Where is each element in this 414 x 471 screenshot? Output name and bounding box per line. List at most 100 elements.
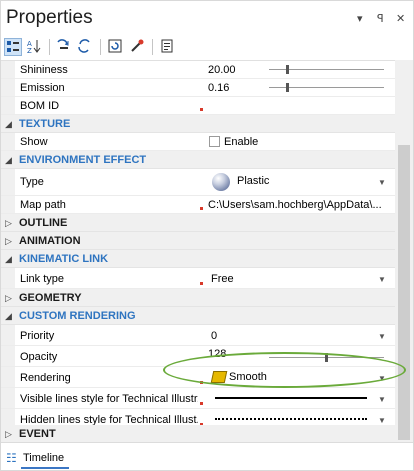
expand-triangle-icon[interactable]: ▷ bbox=[5, 218, 12, 229]
svg-text:Z: Z bbox=[27, 47, 32, 54]
material-sphere-icon bbox=[212, 173, 230, 191]
property-name: Map path bbox=[20, 199, 66, 211]
row-gutter bbox=[1, 196, 15, 213]
property-value[interactable]: 0.16 bbox=[208, 82, 388, 94]
collapse-icon[interactable] bbox=[76, 38, 94, 56]
category-label: OUTLINE bbox=[19, 217, 68, 229]
dropdown-icon[interactable]: ▾ bbox=[357, 12, 363, 25]
collapse-triangle-icon[interactable]: ◢ bbox=[5, 311, 12, 322]
property-name: Type bbox=[20, 176, 44, 188]
row-emission[interactable]: Emission 0.16 bbox=[1, 79, 395, 97]
alphabetical-icon[interactable]: AZ bbox=[26, 38, 44, 56]
toolbar: AZ bbox=[1, 35, 413, 60]
row-gutter bbox=[1, 388, 15, 408]
expand-triangle-icon[interactable]: ▷ bbox=[5, 293, 12, 304]
collapse-triangle-icon[interactable]: ◢ bbox=[5, 119, 12, 130]
row-gutter bbox=[1, 97, 15, 114]
pin-icon[interactable]: ꟼ bbox=[377, 12, 384, 25]
slider-thumb[interactable] bbox=[286, 65, 289, 74]
row-gutter bbox=[1, 61, 15, 78]
modified-marker bbox=[200, 108, 203, 111]
dropdown-arrow-icon[interactable]: ▼ bbox=[378, 332, 386, 341]
category-label: CUSTOM RENDERING bbox=[19, 310, 136, 322]
checkbox-label: Enable bbox=[224, 136, 259, 148]
pick-icon[interactable] bbox=[129, 38, 147, 56]
toolbar-separator bbox=[100, 39, 101, 55]
property-name: Visible lines style for Technical Illust… bbox=[20, 393, 198, 405]
category-kinematic-link[interactable]: ◢ KINEMATIC LINK bbox=[1, 250, 395, 268]
modified-marker bbox=[200, 402, 203, 405]
row-priority[interactable]: Priority 0 ▼ bbox=[1, 325, 395, 346]
toolbar-separator bbox=[152, 39, 153, 55]
category-texture[interactable]: ◢ TEXTURE bbox=[1, 115, 395, 133]
property-value[interactable]: C:\Users\sam.hochberg\AppData\... bbox=[208, 199, 388, 211]
category-outline[interactable]: ▷ OUTLINE bbox=[1, 214, 395, 232]
category-event[interactable]: ▷ EVENT bbox=[1, 425, 395, 442]
close-icon[interactable]: ✕ bbox=[396, 12, 405, 25]
category-label: TEXTURE bbox=[19, 118, 71, 130]
active-tab-indicator bbox=[21, 467, 69, 469]
title-bar: Properties ▾ ꟼ ✕ bbox=[1, 1, 413, 35]
row-bom-id[interactable]: BOM ID bbox=[1, 97, 395, 115]
property-value[interactable]: 20.00 bbox=[208, 64, 388, 76]
dropdown-arrow-icon[interactable]: ▼ bbox=[378, 275, 386, 284]
row-gutter bbox=[1, 346, 15, 366]
property-name: Link type bbox=[20, 273, 65, 285]
category-label: KINEMATIC LINK bbox=[19, 253, 109, 265]
vertical-scrollbar[interactable] bbox=[395, 60, 413, 442]
property-name: Shininess bbox=[20, 64, 68, 76]
row-gutter bbox=[1, 325, 15, 345]
properties-panel: Properties ▾ ꟼ ✕ AZ Shininess 20.00 Emis… bbox=[0, 0, 414, 471]
row-show[interactable]: Show Enable bbox=[1, 133, 395, 151]
category-label: ENVIRONMENT EFFECT bbox=[19, 154, 147, 166]
timeline-icon: ☷ bbox=[6, 451, 17, 465]
property-value[interactable]: Plastic bbox=[237, 175, 395, 187]
timeline-tab[interactable]: Timeline bbox=[23, 452, 64, 464]
modified-marker bbox=[200, 207, 203, 210]
dropdown-arrow-icon[interactable]: ▼ bbox=[378, 178, 386, 187]
property-name: Priority bbox=[20, 330, 55, 342]
expand-triangle-icon[interactable]: ▷ bbox=[5, 429, 12, 440]
enable-checkbox[interactable] bbox=[209, 136, 220, 147]
expand-triangle-icon[interactable]: ▷ bbox=[5, 236, 12, 247]
row-shininess[interactable]: Shininess 20.00 bbox=[1, 61, 395, 79]
category-geometry[interactable]: ▷ GEOMETRY bbox=[1, 289, 395, 307]
category-label: ANIMATION bbox=[19, 235, 81, 247]
property-value[interactable]: 0 bbox=[211, 330, 391, 342]
collapse-triangle-icon[interactable]: ◢ bbox=[5, 254, 12, 265]
solid-line-preview bbox=[215, 397, 367, 399]
row-gutter bbox=[1, 133, 15, 150]
dropdown-arrow-icon[interactable]: ▼ bbox=[378, 395, 386, 404]
categorized-icon[interactable] bbox=[4, 38, 22, 56]
property-name: Show bbox=[20, 136, 48, 148]
panel-title: Properties bbox=[6, 7, 93, 28]
modified-marker bbox=[200, 282, 203, 285]
row-gutter bbox=[1, 268, 15, 288]
row-gutter bbox=[1, 169, 15, 195]
expand-icon[interactable] bbox=[55, 38, 73, 56]
highlight-ellipse bbox=[163, 352, 406, 388]
row-map-path[interactable]: Map path C:\Users\sam.hochberg\AppData\.… bbox=[1, 196, 395, 214]
category-environment-effect[interactable]: ◢ ENVIRONMENT EFFECT bbox=[1, 151, 395, 169]
properties-page-icon[interactable] bbox=[159, 38, 177, 56]
scrollbar-thumb[interactable] bbox=[398, 145, 410, 440]
reset-icon[interactable] bbox=[107, 38, 125, 56]
row-type[interactable]: Type Plastic ▼ bbox=[1, 169, 395, 196]
row-gutter bbox=[1, 367, 15, 387]
property-name: Emission bbox=[20, 82, 65, 94]
property-value[interactable]: Free bbox=[211, 273, 391, 285]
dropdown-arrow-icon[interactable]: ▼ bbox=[378, 416, 386, 425]
row-visible-lines[interactable]: Visible lines style for Technical Illust… bbox=[1, 388, 395, 409]
dotted-line-preview bbox=[215, 418, 367, 420]
category-custom-rendering[interactable]: ◢ CUSTOM RENDERING bbox=[1, 307, 395, 325]
row-link-type[interactable]: Link type Free ▼ bbox=[1, 268, 395, 289]
toolbar-separator bbox=[49, 39, 50, 55]
category-label: EVENT bbox=[19, 428, 56, 440]
row-gutter bbox=[1, 79, 15, 96]
slider-thumb[interactable] bbox=[286, 83, 289, 92]
bottom-tab-bar: ☷ Timeline bbox=[1, 442, 413, 470]
collapse-triangle-icon[interactable]: ◢ bbox=[5, 155, 12, 166]
category-animation[interactable]: ▷ ANIMATION bbox=[1, 232, 395, 250]
property-name: BOM ID bbox=[20, 100, 60, 112]
category-label: GEOMETRY bbox=[19, 292, 82, 304]
